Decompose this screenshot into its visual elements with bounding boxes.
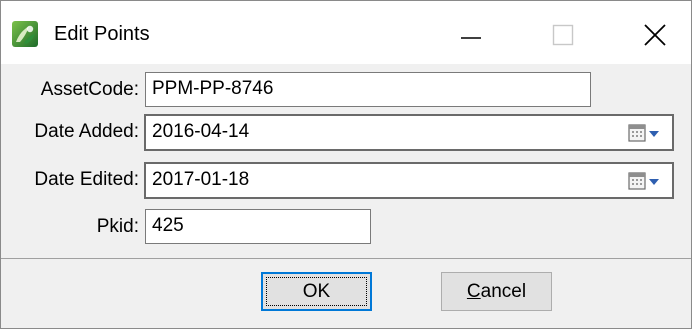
asset-code-label: AssetCode: bbox=[40, 79, 139, 100]
cancel-button[interactable]: Cancel bbox=[441, 272, 552, 311]
focus-rectangle bbox=[266, 277, 367, 306]
cancel-mnemonic: C bbox=[466, 281, 481, 302]
minimize-icon bbox=[461, 37, 481, 39]
title-bar[interactable]: Edit Points bbox=[1, 1, 691, 64]
cancel-button-label-rest: ancel bbox=[480, 281, 527, 302]
date-edited-label: Date Edited: bbox=[34, 169, 139, 190]
edit-points-dialog: Edit Points AssetCode: PPM-PP-8746 Date … bbox=[0, 0, 692, 329]
window-title: Edit Points bbox=[54, 23, 150, 45]
minimize-button[interactable] bbox=[431, 1, 511, 64]
asset-code-input[interactable]: PPM-PP-8746 bbox=[145, 72, 591, 107]
calendar-dropdown-icon[interactable] bbox=[628, 122, 662, 144]
maximize-button[interactable] bbox=[523, 1, 603, 64]
app-logo-icon bbox=[12, 21, 38, 47]
pkid-input[interactable]: 425 bbox=[145, 209, 371, 244]
date-edited-picker[interactable]: 2017-01-18 bbox=[144, 162, 674, 199]
ok-button[interactable]: OK bbox=[261, 272, 372, 311]
date-edited-value: 2017-01-18 bbox=[152, 169, 250, 190]
close-button[interactable] bbox=[613, 1, 692, 64]
dialog-body: AssetCode: PPM-PP-8746 Date Added: 2016-… bbox=[1, 64, 691, 328]
close-icon bbox=[644, 24, 666, 46]
date-added-picker[interactable]: 2016-04-14 bbox=[144, 114, 674, 151]
date-added-label: Date Added: bbox=[34, 121, 139, 142]
date-added-value: 2016-04-14 bbox=[152, 121, 250, 142]
footer-divider bbox=[1, 258, 691, 259]
calendar-dropdown-icon[interactable] bbox=[628, 170, 662, 192]
maximize-icon bbox=[552, 24, 574, 46]
pkid-label: Pkid: bbox=[96, 216, 139, 237]
